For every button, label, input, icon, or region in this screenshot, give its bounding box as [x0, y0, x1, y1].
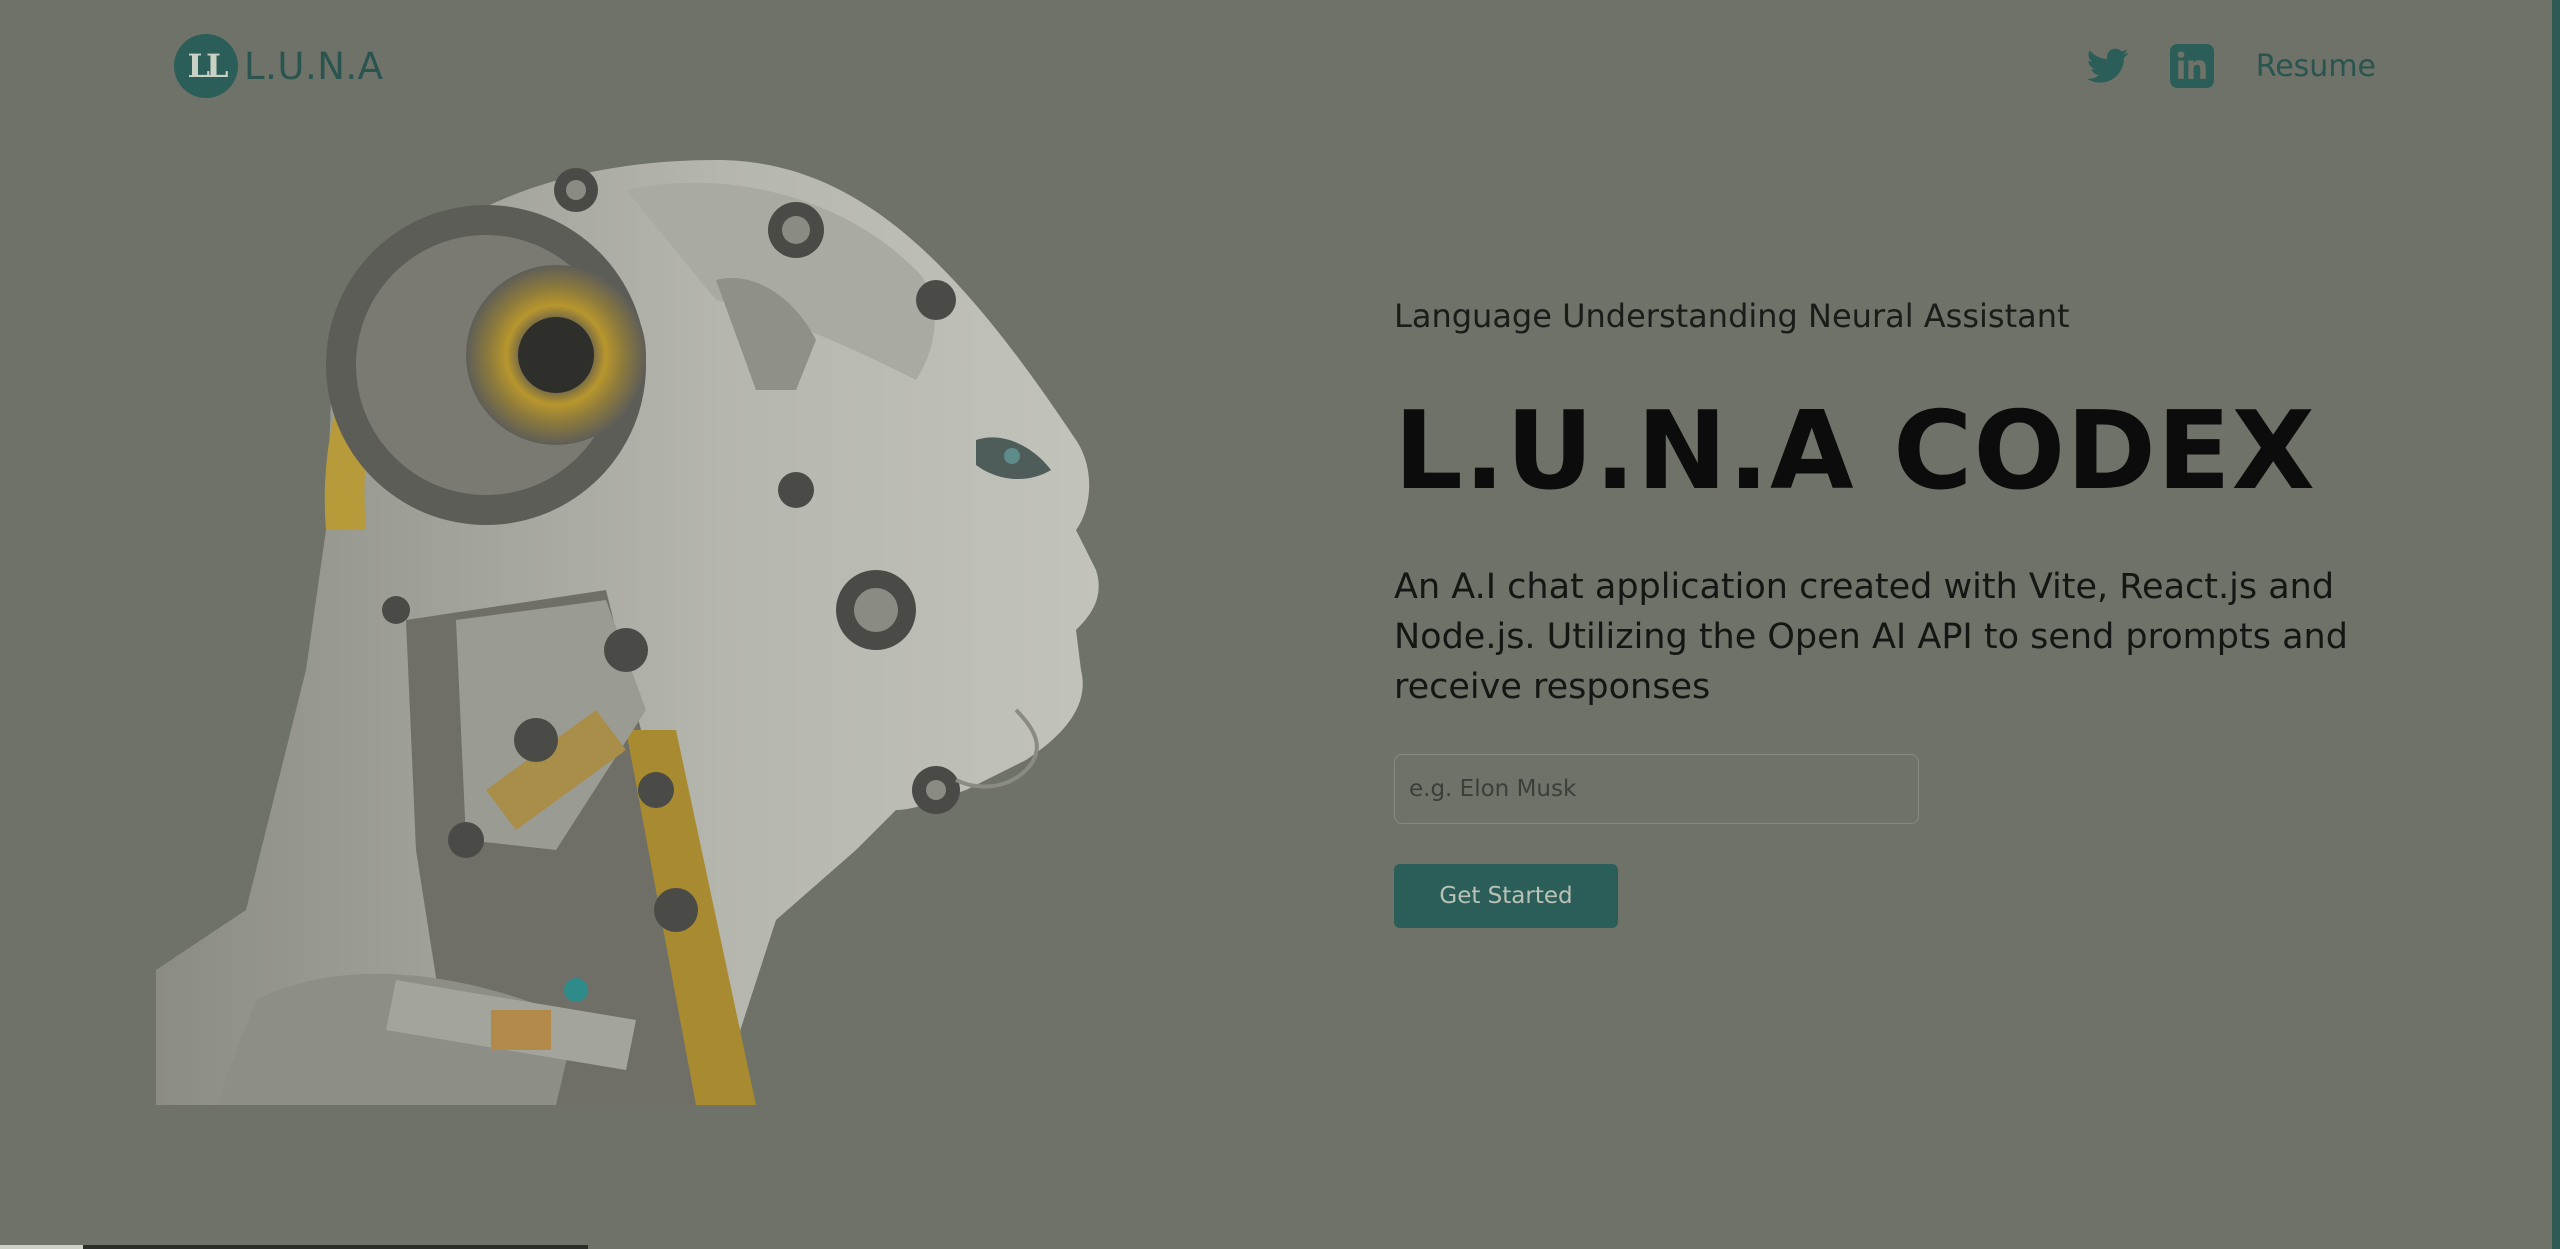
prompt-input[interactable] — [1394, 754, 1919, 824]
logo-badge-icon: LL — [174, 34, 238, 98]
hero-description: An A.I chat application created with Vit… — [1394, 567, 2348, 707]
robot-head-image — [156, 150, 1111, 1105]
get-started-button[interactable]: Get Started — [1394, 864, 1618, 928]
hero-title: L.U.N.A CODEX — [1394, 389, 2316, 514]
hero-content: Language Understanding Neural Assistant … — [1394, 292, 2464, 928]
site-header: LL L.U.N.A Resume — [0, 0, 2552, 134]
bottom-edge-strip-dark — [83, 1245, 588, 1249]
page-edge-strip — [2552, 0, 2560, 1249]
resume-link[interactable]: Resume — [2256, 49, 2376, 84]
brand-logo[interactable]: LL L.U.N.A — [174, 34, 383, 98]
hero-subtitle: Language Understanding Neural Assistant — [1394, 297, 2070, 335]
top-nav: Resume — [2086, 42, 2376, 90]
twitter-icon[interactable] — [2086, 44, 2130, 88]
linkedin-icon[interactable] — [2169, 44, 2214, 88]
bottom-edge-strip — [0, 1245, 83, 1249]
brand-name: L.U.N.A — [244, 44, 384, 88]
logo-badge-glyph: LL — [187, 47, 229, 85]
